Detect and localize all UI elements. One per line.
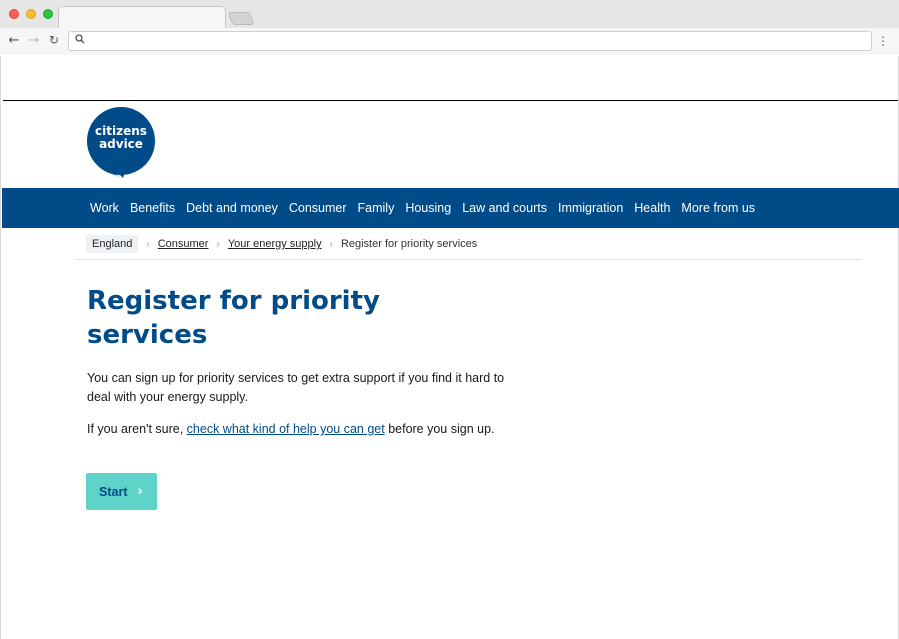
back-arrow-icon[interactable]: ← — [5, 31, 23, 49]
close-window-button[interactable] — [9, 9, 19, 19]
new-tab-button[interactable] — [227, 12, 255, 25]
nav-item-debt-and-money[interactable]: Debt and money — [186, 201, 278, 215]
logo-line-2: advice — [99, 137, 143, 151]
breadcrumb-link-consumer[interactable]: Consumer — [158, 238, 209, 250]
nav-item-health[interactable]: Health — [634, 201, 670, 215]
browser-toolbar: ← → ↻ ⋮ — [0, 28, 899, 55]
header-divider — [3, 100, 898, 101]
nav-item-more-from-us[interactable]: More from us — [681, 201, 755, 215]
breadcrumb: England › Consumer › Your energy supply … — [86, 233, 477, 255]
breadcrumb-current: Register for priority services — [340, 238, 478, 250]
help-text-before: If you aren't sure, — [87, 422, 187, 436]
check-help-link[interactable]: check what kind of help you can get — [187, 422, 385, 436]
nav-item-family[interactable]: Family — [358, 201, 395, 215]
page-title: Register for priority services — [87, 286, 380, 350]
window-controls — [9, 9, 53, 19]
search-icon — [75, 34, 85, 47]
nav-item-consumer[interactable]: Consumer — [289, 201, 347, 215]
breadcrumb-divider — [75, 259, 862, 260]
chevron-right-icon: › — [137, 484, 143, 499]
chevron-right-icon: › — [146, 238, 150, 250]
help-text-after: before you sign up. — [384, 422, 495, 436]
minimize-window-button[interactable] — [26, 9, 36, 19]
forward-arrow-icon[interactable]: → — [25, 31, 43, 49]
nav-item-benefits[interactable]: Benefits — [130, 201, 175, 215]
logo-text: citizens advice — [87, 125, 155, 151]
nav-item-housing[interactable]: Housing — [405, 201, 451, 215]
kebab-menu-icon[interactable]: ⋮ — [877, 33, 889, 49]
help-paragraph: If you aren't sure, check what kind of h… — [87, 420, 517, 439]
nav-items: Work Benefits Debt and money Consumer Fa… — [90, 188, 766, 228]
zoom-window-button[interactable] — [43, 9, 53, 19]
nav-item-immigration[interactable]: Immigration — [558, 201, 623, 215]
chevron-right-icon: › — [216, 238, 220, 250]
reload-icon[interactable]: ↻ — [45, 31, 63, 49]
address-bar[interactable] — [68, 31, 872, 51]
nav-item-law-and-courts[interactable]: Law and courts — [462, 201, 547, 215]
start-button-label: Start — [99, 484, 128, 499]
browser-tab[interactable] — [58, 6, 226, 29]
chevron-right-icon: › — [329, 238, 333, 250]
breadcrumb-home[interactable]: England — [86, 235, 139, 253]
nav-item-work[interactable]: Work — [90, 201, 119, 215]
web-page: citizens advice Work Benefits Debt and m… — [0, 56, 899, 639]
main-navigation: Work Benefits Debt and money Consumer Fa… — [2, 188, 899, 228]
breadcrumb-link-energy-supply[interactable]: Your energy supply — [228, 238, 322, 250]
start-button[interactable]: Start › — [86, 473, 157, 510]
browser-chrome: ← → ↻ ⋮ — [0, 0, 899, 55]
intro-paragraph: You can sign up for priority services to… — [87, 371, 505, 404]
citizens-advice-logo[interactable]: citizens advice — [87, 106, 157, 178]
